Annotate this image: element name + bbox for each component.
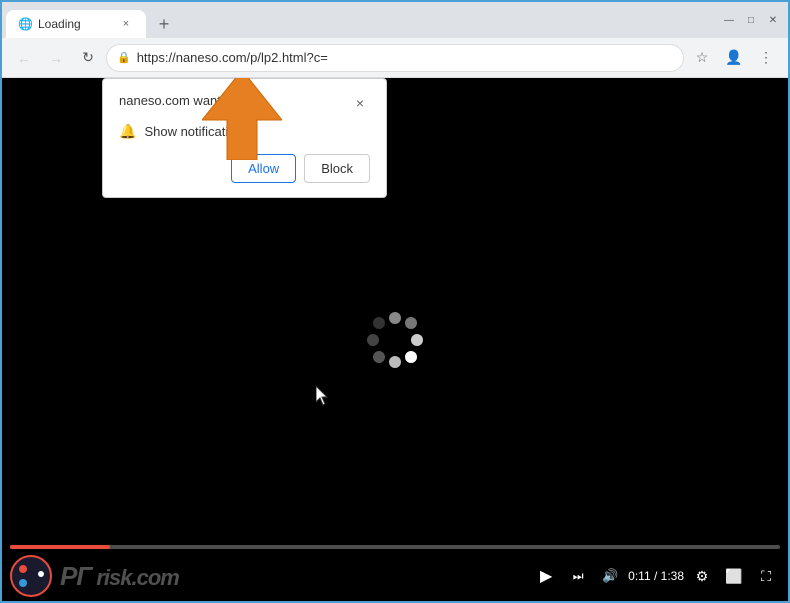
browser-window: 🌐 Loading × + — □ ✕ ← → ↻ 🔒 https://nane… — [2, 2, 788, 601]
forward-button[interactable]: → — [42, 44, 70, 72]
video-logo — [10, 555, 52, 597]
total-time: 1:38 — [661, 569, 684, 583]
bell-icon: 🔔 — [119, 123, 136, 140]
active-tab[interactable]: 🌐 Loading × — [6, 10, 146, 38]
fullscreen-button[interactable]: ⛶ — [752, 562, 780, 590]
lock-icon: 🔒 — [117, 51, 131, 64]
next-button[interactable]: ⏭ — [564, 562, 592, 590]
profile-button[interactable]: 👤 — [720, 44, 748, 72]
menu-button[interactable]: ⋮ — [752, 44, 780, 72]
nav-actions: ☆ 👤 ⋮ — [688, 44, 780, 72]
play-button[interactable]: ▶ — [532, 562, 560, 590]
back-button[interactable]: ← — [10, 44, 38, 72]
page-content: naneso.com wants to × 🔔 Show notificatio… — [2, 78, 788, 601]
loading-spinner — [365, 310, 425, 370]
volume-button[interactable]: 🔊 — [596, 562, 624, 590]
popup-close-button[interactable]: × — [350, 93, 370, 113]
navigation-bar: ← → ↻ 🔒 https://naneso.com/p/lp2.html?c=… — [2, 38, 788, 78]
minimize-button[interactable]: — — [722, 13, 736, 27]
logo-dot-white — [38, 571, 44, 577]
theater-button[interactable]: ⬜ — [720, 562, 748, 590]
new-tab-button[interactable]: + — [150, 10, 178, 38]
mouse-cursor — [316, 386, 328, 404]
controls-row: ΡΓ risk.com ▶ ⏭ 🔊 0:11 / 1:38 ⚙ ⬜ — [10, 555, 780, 597]
right-controls: ⚙ ⬜ ⛶ — [688, 562, 780, 590]
progress-fill — [10, 545, 110, 549]
tab-close-button[interactable]: × — [118, 16, 134, 32]
progress-bar[interactable] — [10, 545, 780, 549]
logo-dot-red — [19, 565, 27, 573]
tab-favicon: 🌐 — [18, 17, 32, 31]
tab-title: Loading — [38, 17, 112, 31]
address-bar[interactable]: 🔒 https://naneso.com/p/lp2.html?c= — [106, 44, 684, 72]
reload-button[interactable]: ↻ — [74, 44, 102, 72]
bookmark-button[interactable]: ☆ — [688, 44, 716, 72]
video-logo-area: ΡΓ risk.com — [10, 555, 528, 597]
tab-area: 🌐 Loading × + — [2, 2, 714, 38]
window-controls: — □ ✕ — [714, 2, 788, 38]
time-separator: / — [654, 569, 661, 583]
orange-arrow — [202, 78, 282, 165]
current-time: 0:11 — [628, 569, 650, 583]
video-controls: ΡΓ risk.com ▶ ⏭ 🔊 0:11 / 1:38 ⚙ ⬜ — [2, 541, 788, 601]
close-button[interactable]: ✕ — [766, 13, 780, 27]
title-bar: 🌐 Loading × + — □ ✕ — [2, 2, 788, 38]
maximize-button[interactable]: □ — [744, 13, 758, 27]
logo-dot-blue — [19, 579, 27, 587]
url-text: https://naneso.com/p/lp2.html?c= — [137, 50, 673, 65]
block-button[interactable]: Block — [304, 154, 370, 183]
watermark-text: ΡΓ risk.com — [60, 561, 179, 592]
time-display: 0:11 / 1:38 — [628, 569, 684, 583]
settings-button[interactable]: ⚙ — [688, 562, 716, 590]
